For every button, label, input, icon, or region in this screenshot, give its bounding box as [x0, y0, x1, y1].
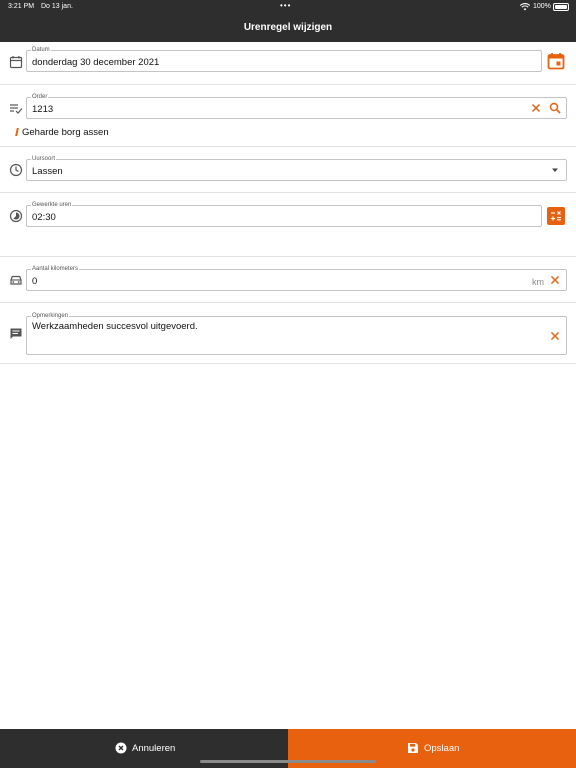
- home-indicator[interactable]: [200, 760, 376, 763]
- opmerkingen-label: Opmerkingen: [31, 312, 70, 320]
- row-opmerkingen: Opmerkingen Werkzaamheden succesvol uitg…: [0, 303, 576, 364]
- uursoort-label: Uursoort: [31, 155, 57, 163]
- order-description-marker: [15, 128, 19, 136]
- wifi-icon: [520, 3, 530, 11]
- battery-icon: [553, 3, 569, 11]
- row-aantal-kilometers: Aantal kilometers 0 km: [0, 257, 576, 303]
- opmerkingen-textarea[interactable]: Opmerkingen Werkzaamheden succesvol uitg…: [26, 312, 567, 355]
- playlist-check-icon: [10, 104, 23, 114]
- datum-value: donderdag 30 december 2021: [32, 57, 160, 68]
- comment-icon: [10, 328, 22, 339]
- order-field[interactable]: Order 1213: [26, 93, 567, 119]
- calendar-icon: [9, 56, 23, 69]
- row-datum: Datum donderdag 30 december 2021: [0, 42, 576, 85]
- order-description: Geharde borg assen: [22, 127, 109, 138]
- datum-label: Datum: [31, 46, 51, 54]
- km-unit: km: [532, 277, 544, 287]
- cancel-label: Annuleren: [132, 743, 176, 754]
- multitasking-dots[interactable]: •••: [280, 1, 291, 10]
- save-icon: [408, 743, 418, 753]
- search-icon[interactable]: [549, 102, 561, 114]
- status-bar: 3:21 PM Do 13 jan. ••• 100%: [0, 0, 576, 14]
- status-date: Do 13 jan.: [41, 3, 73, 10]
- calculator-button[interactable]: [547, 207, 565, 225]
- close-icon[interactable]: [549, 330, 561, 342]
- opmerkingen-value: Werkzaamheden succesvol uitgevoerd.: [32, 321, 198, 332]
- page-title: Urenregel wijzigen: [243, 22, 333, 33]
- save-label: Opslaan: [424, 743, 460, 754]
- footer-actions: Annuleren Opslaan: [0, 729, 576, 768]
- row-uursoort: Uursoort Lassen: [0, 147, 576, 193]
- caret-down-icon[interactable]: [549, 164, 561, 176]
- status-time: 3:21 PM: [8, 3, 35, 10]
- gewerkte-uren-field[interactable]: Gewerkte uren 02:30: [26, 201, 542, 227]
- uursoort-value: Lassen: [32, 166, 63, 177]
- close-icon[interactable]: [530, 102, 542, 114]
- row-order: Order 1213 Geharde borg assen: [0, 85, 576, 147]
- datum-field[interactable]: Datum donderdag 30 december 2021: [26, 46, 542, 72]
- gewerkte-uren-value: 02:30: [32, 212, 56, 223]
- calendar-picker-icon[interactable]: [547, 52, 565, 70]
- calculator-icon: [551, 211, 561, 221]
- clock-icon: [9, 163, 23, 177]
- row-gewerkte-uren: Gewerkte uren 02:30: [0, 193, 576, 257]
- close-icon[interactable]: [549, 274, 561, 286]
- gewerkte-uren-label: Gewerkte uren: [31, 201, 73, 209]
- aantal-kilometers-label: Aantal kilometers: [31, 265, 80, 273]
- aantal-kilometers-value: 0: [32, 276, 38, 287]
- order-value: 1213: [32, 104, 54, 115]
- timelapse-icon: [9, 209, 23, 223]
- aantal-kilometers-field[interactable]: Aantal kilometers 0 km: [26, 265, 567, 291]
- battery-percent: 100%: [533, 3, 551, 10]
- close-circle-icon: [115, 742, 127, 754]
- order-label: Order: [31, 93, 49, 101]
- car-icon: [10, 275, 22, 285]
- uursoort-select[interactable]: Uursoort Lassen: [26, 155, 567, 181]
- nav-bar: Urenregel wijzigen: [0, 14, 576, 42]
